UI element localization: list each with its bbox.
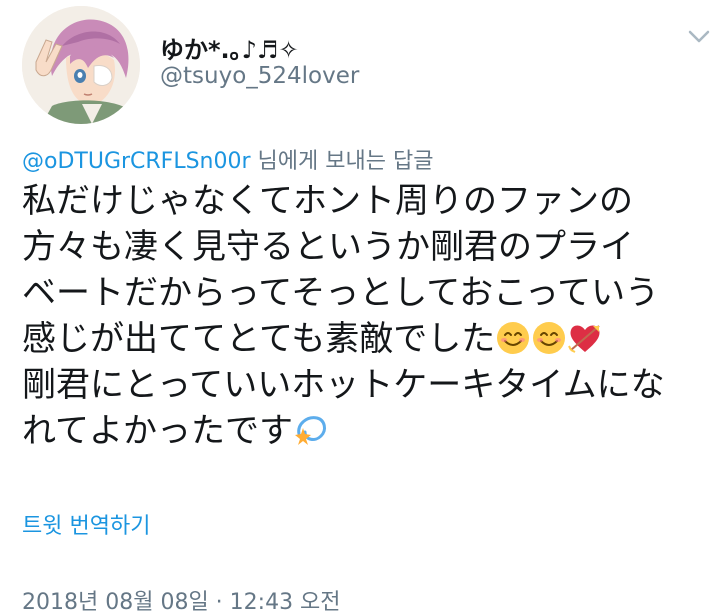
- tweet-line-2: 方々も凄く見守るというか剛君のプライ: [22, 227, 634, 267]
- tweet-line-1: 私だけじゃなくてホント周りのファンの: [22, 181, 633, 221]
- tweet-timestamp[interactable]: 2018년 08월 08일 · 12:43 오전: [22, 584, 341, 616]
- tweet-text: 私だけじゃなくてホント周りのファンの 方々も凄く見守るというか剛君のプライ ベー…: [22, 178, 712, 454]
- avatar[interactable]: [22, 6, 140, 124]
- reply-mention-link[interactable]: @oDTUGrCRFLSn00r: [22, 149, 251, 174]
- tweet-line-5: 剛君にとっていいホットケーキタイムにな: [22, 365, 665, 405]
- tweet-line-6: れてよかったです: [22, 411, 293, 451]
- heart-arrow-emoji-icon: [567, 320, 603, 356]
- tweet-line-3: ベートだからってそっとしておこっていう: [22, 273, 660, 313]
- tweet-card: ゆか*.｡♪♬✧ @tsuyo_524lover @oDTUGrCRFLSn00…: [0, 0, 720, 616]
- dizzy-emoji-icon: [293, 412, 329, 448]
- smiling-face-emoji-icon: [531, 320, 567, 356]
- chevron-down-icon[interactable]: [684, 24, 714, 48]
- translate-tweet-link[interactable]: 트윗 번역하기: [22, 508, 150, 540]
- reply-context: @oDTUGrCRFLSn00r 님에게 보내는 답글: [22, 143, 433, 175]
- user-handle[interactable]: @tsuyo_524lover: [160, 63, 359, 89]
- display-name[interactable]: ゆか*.｡♪♬✧: [160, 30, 299, 65]
- tweet-line-4: 感じが出ててとても素敵でした: [22, 319, 496, 359]
- reply-context-label: 님에게 보내는 답글: [250, 149, 434, 174]
- smiling-face-emoji-icon: [495, 320, 531, 356]
